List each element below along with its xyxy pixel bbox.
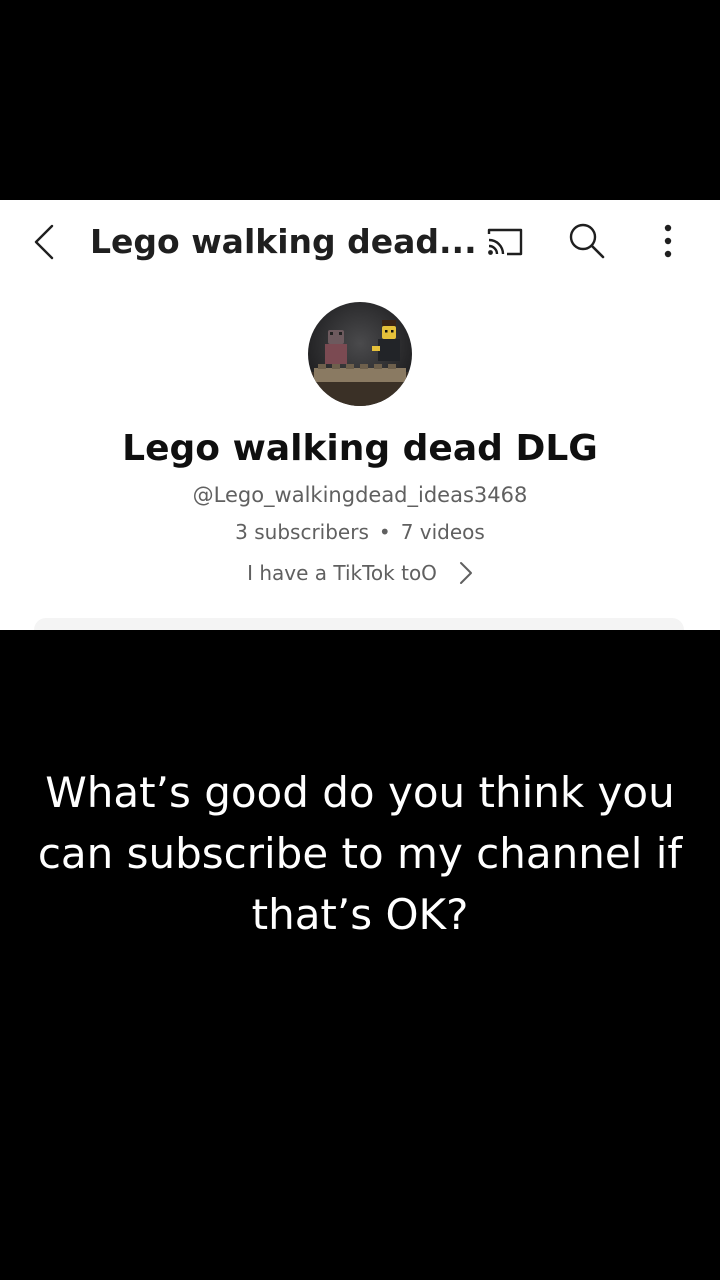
more-vertical-icon [664,224,672,258]
channel-stats: 3 subscribers • 7 videos [0,517,720,547]
cast-button[interactable] [482,220,528,264]
channel-description: I have a TikTok toO [247,561,437,585]
chevron-right-icon [459,561,473,585]
caption-text: What’s good do you think you can subscri… [37,768,683,939]
channel-screenshot-card: Lego walking dead... Lego walking dead D… [0,200,720,630]
channel-handle: @Lego_walkingdead_ideas3468 [192,483,528,507]
subscriber-count: 3 subscribers [235,520,369,544]
video-frame: Lego walking dead... Lego walking dead D… [0,0,720,1280]
channel-name: Lego walking dead DLG [122,428,598,469]
stats-separator: • [378,520,391,544]
channel-avatar[interactable] [308,302,412,406]
page-title: Lego walking dead... [90,222,477,261]
more-options-button[interactable] [648,218,688,264]
top-app-bar: Lego walking dead... [0,200,720,284]
channel-description-link[interactable]: I have a TikTok toO [0,556,720,590]
avatar-image [308,302,412,406]
search-icon [569,223,605,259]
back-button[interactable] [24,218,64,266]
cast-icon [487,228,523,256]
cut-off-button-row [34,618,684,630]
search-button[interactable] [564,218,610,264]
video-count: 7 videos [400,520,485,544]
chevron-left-icon [34,224,54,260]
